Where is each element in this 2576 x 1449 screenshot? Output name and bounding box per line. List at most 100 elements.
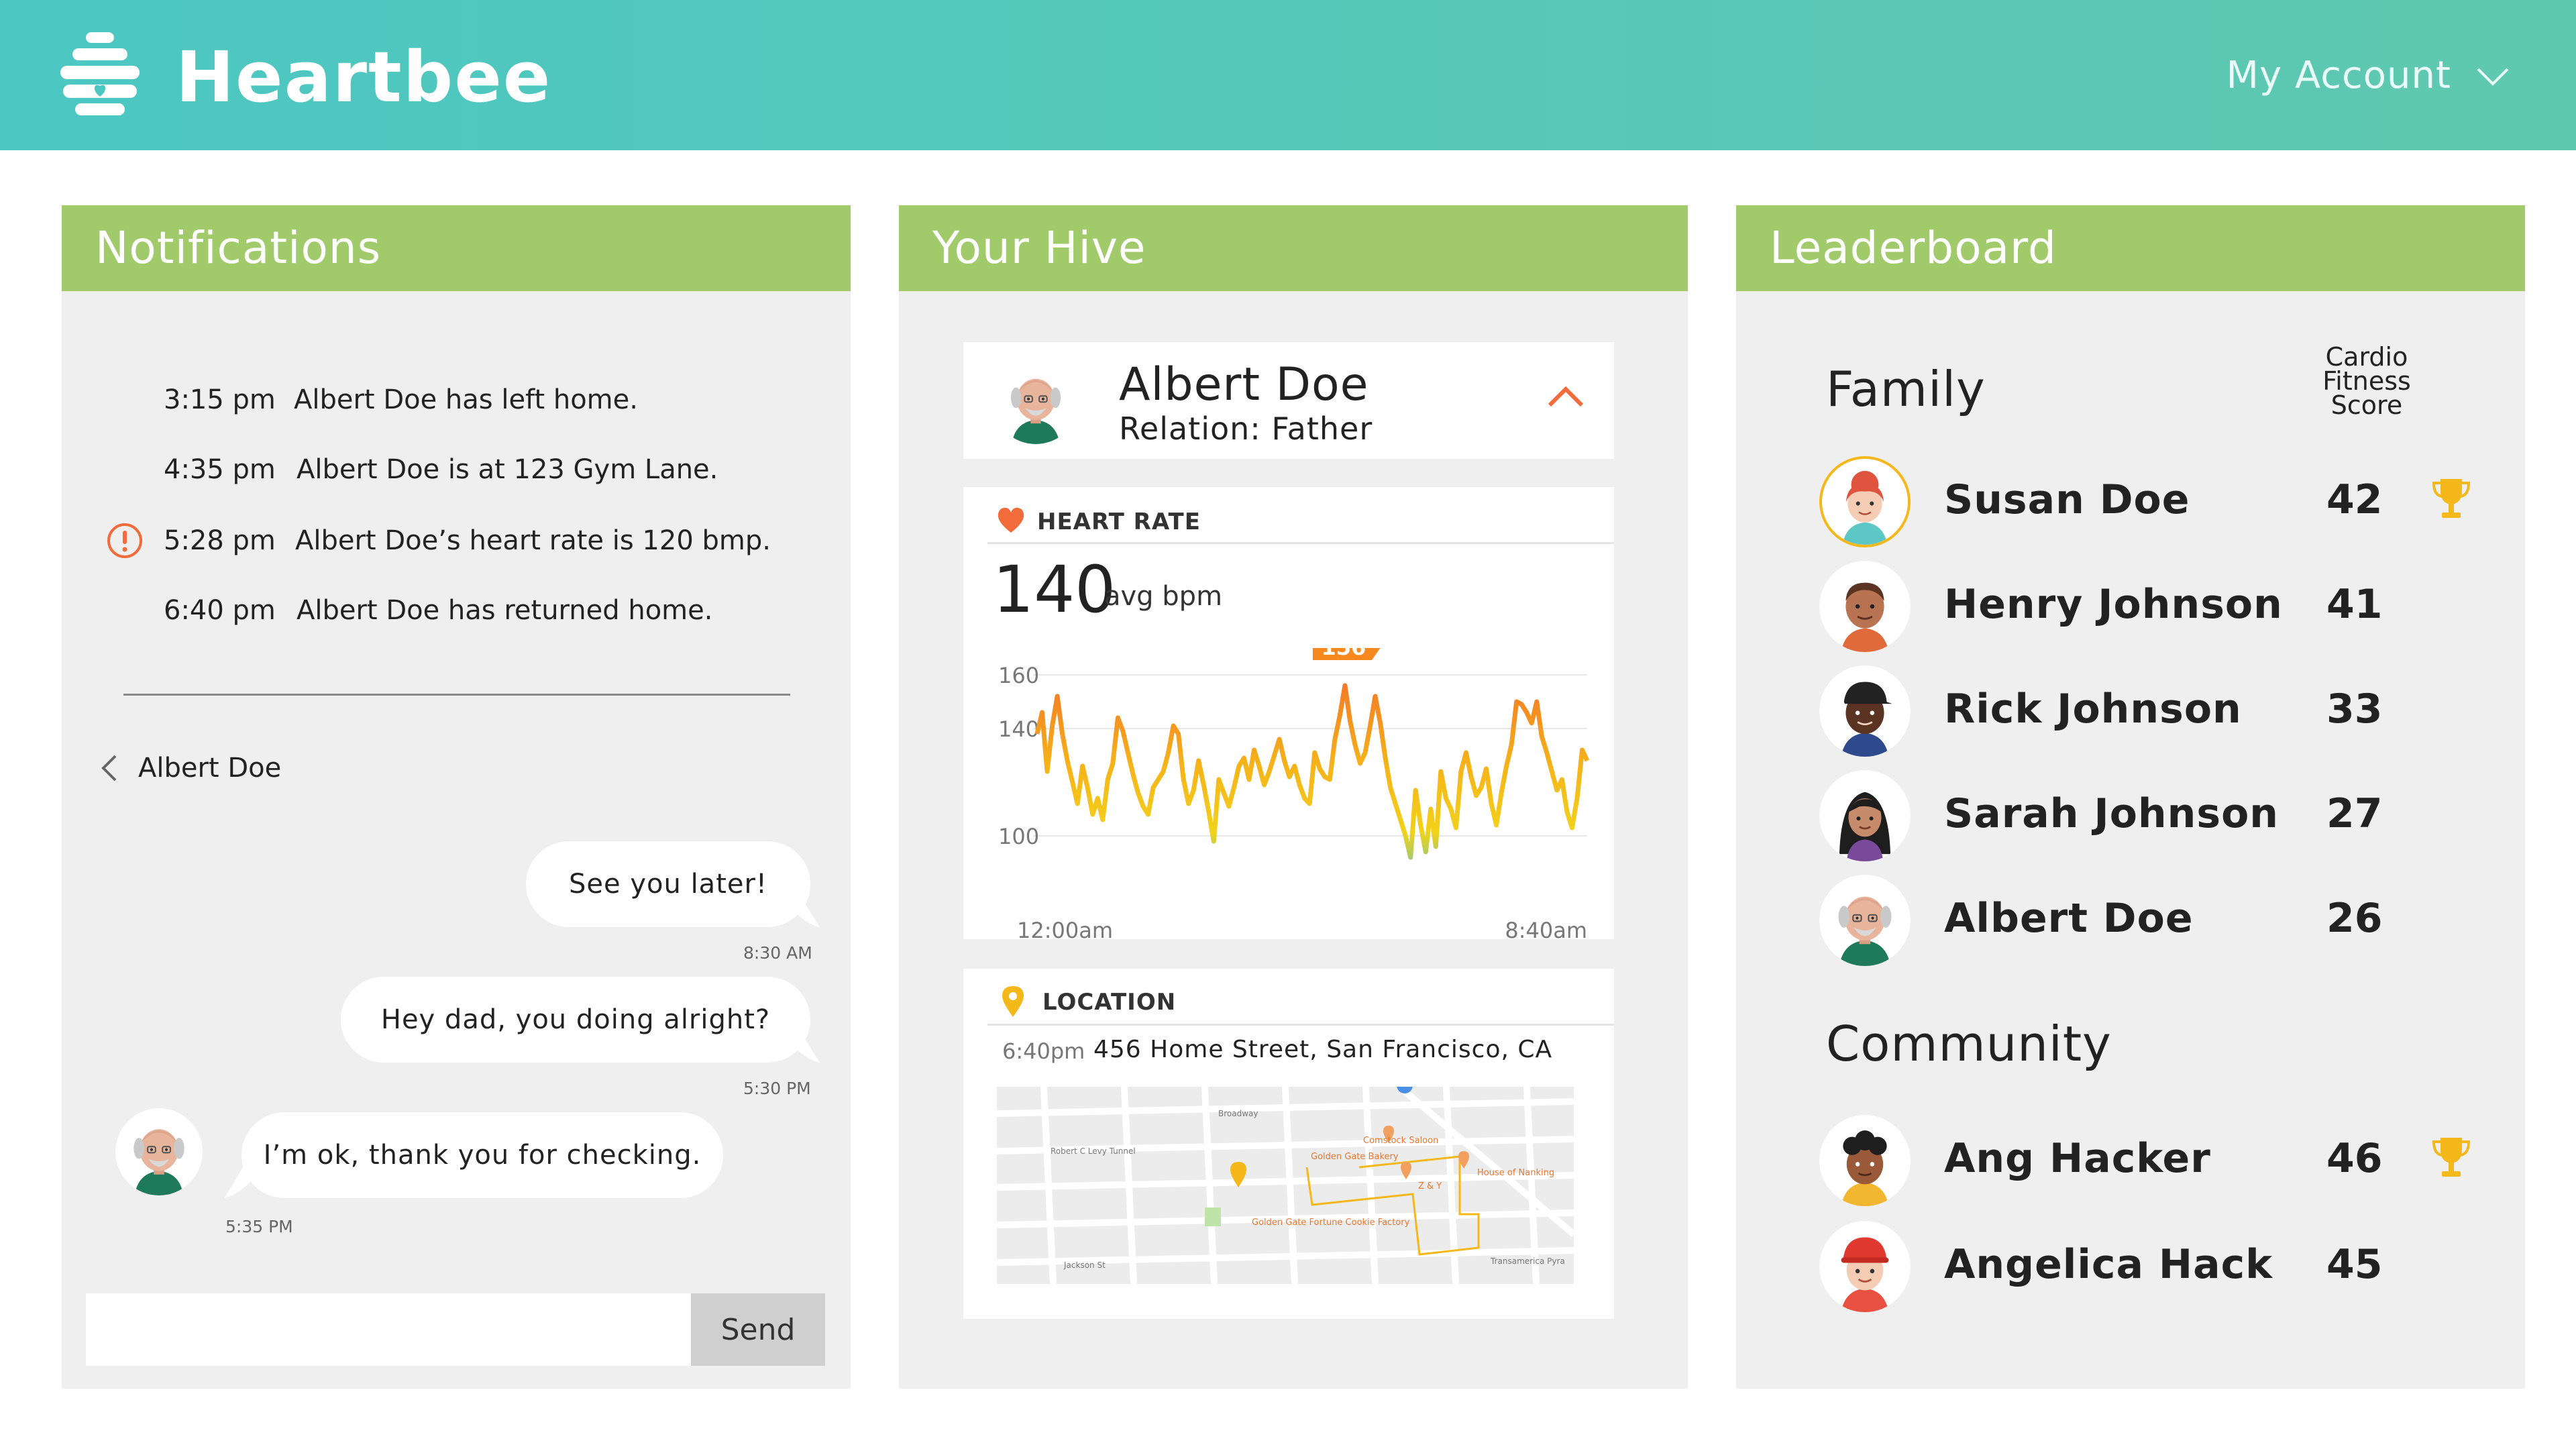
chat-bubble-sent: See you later! [526,841,810,927]
player-name: Angelica Hack [1944,1241,2273,1288]
notification-time: 3:15 pm [164,384,276,415]
app-logo-text: Heartbee [176,36,552,118]
notification-time: 6:40 pm [164,595,276,626]
notifications-divider [123,694,790,696]
bubble-tail [781,896,820,927]
heart-rate-card: HEART RATE 140 avg bpm 160 140 100 156 12:00… [963,487,1614,943]
albert-doe-avatar [993,358,1079,444]
player-score: 33 [2326,686,2383,733]
leaderboard-row[interactable]: Rick Johnson 33 [1736,659,2525,759]
community-section-title: Community [1826,1016,2112,1072]
notification-item[interactable]: 6:40 pm Albert Doe has returned home. [62,584,851,637]
leaderboard-row[interactable]: Susan Doe 42 [1736,449,2525,550]
chevron-down-icon [2477,68,2509,86]
chat-message-text: See you later! [569,869,767,900]
x-axis-label: 12:00am [1017,918,1113,943]
x-axis-label: 8:40am [1505,918,1587,943]
rick-johnson-avatar [1819,665,1911,757]
map-label: House of Nanking [1477,1168,1554,1178]
map-label: Golden Gate Fortune Cookie Factory [1252,1218,1410,1228]
player-name: Susan Doe [1944,476,2190,523]
heart-rate-line [1034,683,1590,860]
sarah-johnson-avatar [1819,770,1911,861]
leaderboard-panel: Leaderboard Family Cardio Fitness Score … [1736,205,2525,1389]
heart-icon [998,507,1024,533]
albert-doe-avatar [1819,875,1911,966]
map-label: Transamerica Pyra [1490,1256,1565,1266]
leaderboard-title: Leaderboard [1736,205,2525,291]
chat-bubble-sent: Hey dad, you doing alright? [341,977,810,1063]
map-label: Golden Gate Bakery [1311,1152,1399,1162]
hive-logo-icon [60,32,140,115]
ang-hacker-avatar [1819,1115,1911,1206]
player-score: 26 [2326,895,2383,942]
profile-name: Albert Doe [1119,358,1369,411]
notification-message: Albert Doe’s heart rate is 120 bmp. [295,525,771,556]
notification-time: 5:28 pm [164,525,276,556]
leaderboard-row[interactable]: Henry Johnson 41 [1736,554,2525,655]
chat-contact-name: Albert Doe [138,753,282,784]
profile-relation: Relation: Father [1119,411,1373,447]
player-name: Rick Johnson [1944,686,2242,733]
hive-panel: Your Hive Albert Doe Relation: Father HE… [899,205,1688,1389]
map-label: Comstock Saloon [1363,1136,1438,1146]
player-score: 27 [2326,790,2383,837]
send-button[interactable]: Send [691,1293,825,1366]
score-header-line: Cardio [2325,342,2408,372]
notification-item[interactable]: 4:35 pm Albert Doe is at 123 Gym Lane. [62,443,851,496]
my-account-label: My Account [2226,54,2451,97]
chat-bubble-received: I’m ok, thank you for checking. [241,1112,723,1198]
heart-rate-rule [987,542,1614,544]
player-name: Ang Hacker [1944,1135,2211,1182]
albert-doe-avatar [115,1108,203,1195]
chat-back-button[interactable]: Albert Doe [101,753,281,784]
chat-timestamp: 8:30 AM [743,943,812,963]
message-input[interactable] [86,1293,715,1366]
my-account-menu[interactable]: My Account [2226,52,2512,99]
notification-message: Albert Doe has returned home. [297,595,713,626]
chat-message-text: I’m ok, thank you for checking. [263,1140,702,1171]
chat-timestamp: 5:30 PM [743,1079,811,1098]
susan-doe-avatar [1819,456,1911,547]
chat-message-text: Hey dad, you doing alright? [380,1004,771,1035]
y-tick-label: 140 [998,716,1039,742]
bubble-tail [781,1032,820,1063]
location-address: 456 Home Street, San Francisco, CA [1093,1036,1553,1063]
bubble-tail [224,1167,263,1198]
player-score: 46 [2326,1135,2383,1182]
notification-message: Albert Doe has left home. [294,384,638,415]
family-section-title: Family [1826,361,1986,417]
notification-item[interactable]: 3:15 pm Albert Doe has left home. [62,373,851,427]
location-card: LOCATION 6:40pm 456 Home Street, San Fra… [963,969,1614,1319]
chevron-up-icon[interactable] [1546,382,1586,409]
score-column-header: Cardio Fitness Score [2306,342,2427,420]
location-map[interactable]: Comstock Saloon Golden Gate Bakery House… [997,1087,1574,1284]
leaderboard-row[interactable]: Sarah Johnson 27 [1736,763,2525,864]
player-name: Sarah Johnson [1944,790,2279,837]
map-label: Jackson St [1063,1260,1106,1270]
angelica-hack-avatar [1819,1221,1911,1312]
leaderboard-row[interactable]: Angelica Hack 45 [1736,1214,2525,1315]
hive-title: Your Hive [899,205,1688,291]
map-label: Broadway [1218,1109,1258,1118]
score-header-line: Score [2330,390,2403,420]
alert-icon [107,523,142,558]
leaderboard-row[interactable]: Ang Hacker 46 [1736,1108,2525,1209]
henry-johnson-avatar [1819,561,1911,652]
app-header: Heartbee My Account [0,0,2576,150]
peak-label: 156 [1322,648,1366,660]
heart-rate-chart: 160 140 100 156 12:00am 8:40am [998,648,1590,943]
notification-item[interactable]: 5:28 pm Albert Doe’s heart rate is 120 b… [62,514,851,568]
heart-rate-title: HEART RATE [1037,508,1201,535]
map-label: Z & Y [1418,1181,1442,1191]
profile-card[interactable]: Albert Doe Relation: Father [963,342,1614,459]
map-label: Robert C Levy Tunnel [1051,1146,1136,1156]
player-name: Henry Johnson [1944,581,2283,628]
trophy-icon [2431,476,2471,525]
player-score: 41 [2326,581,2383,628]
leaderboard-row[interactable]: Albert Doe 26 [1736,868,2525,969]
location-pin-icon [1002,986,1024,1017]
player-score: 45 [2326,1241,2383,1288]
avg-bpm-unit: avg bpm [1104,581,1223,612]
notification-message: Albert Doe is at 123 Gym Lane. [297,454,718,485]
